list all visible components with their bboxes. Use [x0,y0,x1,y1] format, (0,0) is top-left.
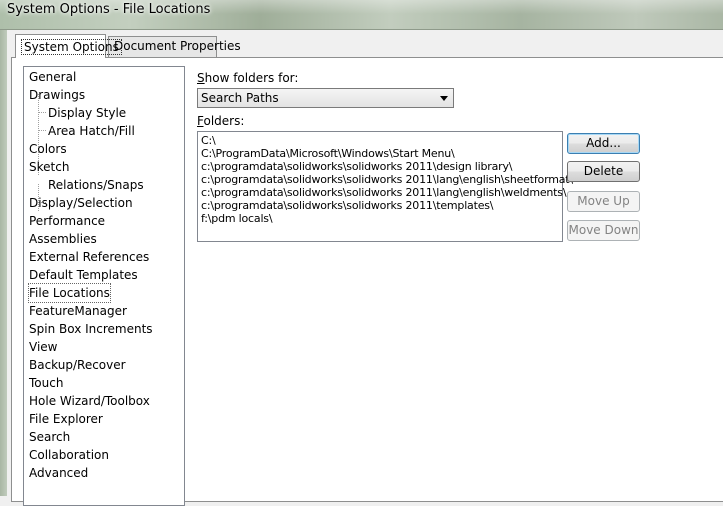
folder-path[interactable]: c:\programdata\solidworks\solidworks 201… [201,161,512,173]
tree-item-file-locations[interactable]: File Locations [28,283,111,303]
tree-item-external-references[interactable]: External References [29,248,149,266]
tree-item-relations-snaps[interactable]: Relations/Snaps [48,176,144,194]
tab-system-options[interactable]: System Options [15,34,122,58]
folder-path[interactable]: C:\ProgramData\Microsoft\Windows\Start M… [201,148,455,160]
tree-item-assemblies[interactable]: Assemblies [29,230,97,248]
folders-list[interactable]: C:\ C:\ProgramData\Microsoft\Windows\Sta… [197,131,573,242]
folder-path[interactable]: C:\ [201,135,216,147]
tab-document-properties-label: Document Properties [114,39,241,53]
tree-item-collaboration[interactable]: Collaboration [29,446,109,464]
folders-label: Folders: [197,114,244,128]
tree-item-backup-recover[interactable]: Backup/Recover [29,356,126,374]
folders-label-text: olders: [203,114,245,128]
dialog-client: Document Properties System Options Gener… [7,30,723,506]
folder-path[interactable]: c:\programdata\solidworks\solidworks 201… [201,200,494,212]
folder-path[interactable]: c:\programdata\solidworks\solidworks 201… [201,174,573,186]
tree-connector [38,112,46,113]
show-folders-selected: Search Paths [201,91,279,105]
tree-item-colors[interactable]: Colors [29,140,67,158]
options-tree[interactable]: General Drawings Display Style Area Hatc… [23,66,185,506]
tree-item-featuremanager[interactable]: FeatureManager [29,302,127,320]
tree-item-general[interactable]: General [29,68,76,86]
tree-item-search[interactable]: Search [29,428,70,446]
tree-item-file-explorer[interactable]: File Explorer [29,410,103,428]
folder-path[interactable]: f:\pdm locals\ [201,213,273,225]
tree-item-drawings[interactable]: Drawings [29,86,85,104]
tree-item-display-style[interactable]: Display Style [48,104,126,122]
window-frame [0,30,7,496]
tree-item-display-selection[interactable]: Display/Selection [29,194,133,212]
move-up-button[interactable]: Move Up [567,191,640,212]
show-folders-dropdown[interactable]: Search Paths [197,88,454,108]
tree-item-view[interactable]: View [29,338,57,356]
dropdown-arrow-icon [440,96,448,101]
show-folders-label-text: how folders for: [204,71,299,85]
tab-document-properties[interactable]: Document Properties [108,36,241,57]
show-folders-label: Show folders for: [197,71,298,85]
add-button[interactable]: Add... [567,133,640,154]
tree-item-performance[interactable]: Performance [29,212,105,230]
tree-connector [38,130,46,131]
move-down-button[interactable]: Move Down [567,220,640,241]
tree-item-touch[interactable]: Touch [29,374,63,392]
tree-item-default-templates[interactable]: Default Templates [29,266,138,284]
window-title: System Options - File Locations [7,2,211,17]
tree-item-sketch[interactable]: Sketch [29,158,69,176]
title-bar[interactable]: System Options - File Locations [0,0,723,30]
tree-item-advanced[interactable]: Advanced [29,464,88,482]
tree-item-hole-wizard-toolbox[interactable]: Hole Wizard/Toolbox [29,392,150,410]
tree-item-spin-box-increments[interactable]: Spin Box Increments [29,320,153,338]
folder-path[interactable]: c:\programdata\solidworks\solidworks 201… [201,187,567,199]
delete-button[interactable]: Delete [567,161,640,182]
tree-item-area-hatch-fill[interactable]: Area Hatch/Fill [48,122,135,140]
show-folders-label-key: S [197,71,205,85]
tab-system-options-label: System Options [21,39,122,55]
